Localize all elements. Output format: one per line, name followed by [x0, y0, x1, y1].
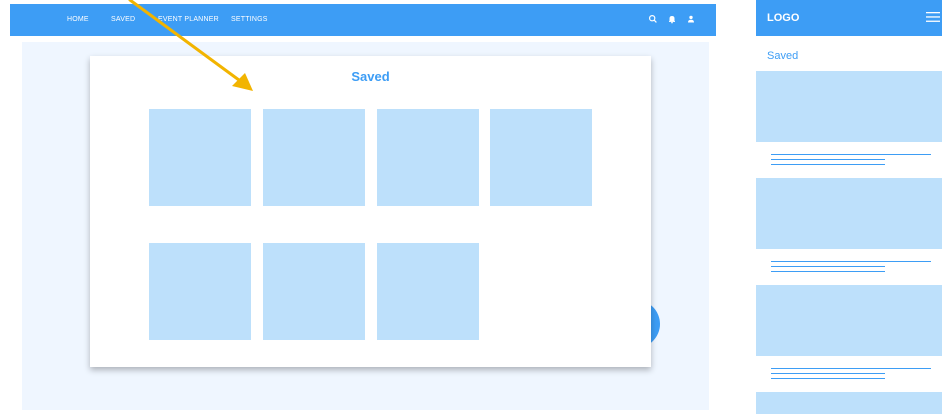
- nav-saved-link[interactable]: SAVED: [111, 16, 135, 23]
- mobile-mockup: LOGO Saved: [756, 0, 942, 414]
- search-icon[interactable]: [648, 14, 658, 24]
- text-placeholder-line: [771, 266, 885, 267]
- saved-item-tile[interactable]: [149, 109, 251, 206]
- saved-item-tile[interactable]: [377, 243, 479, 340]
- text-placeholder-line: [771, 261, 931, 262]
- nav-home-link[interactable]: HOME: [67, 16, 89, 23]
- user-icon[interactable]: [686, 14, 696, 24]
- text-placeholder-line: [771, 271, 885, 272]
- text-placeholder-line: [771, 154, 931, 155]
- mobile-page-title: Saved: [767, 50, 799, 62]
- desktop-mockup: HOME SAVED EVENT PLANNER SETTINGS Saved: [0, 0, 722, 414]
- saved-item-card[interactable]: [756, 71, 942, 142]
- saved-item-card[interactable]: [756, 285, 942, 356]
- text-placeholder-line: [771, 159, 885, 160]
- text-placeholder-line: [771, 378, 885, 379]
- saved-item-tile[interactable]: [263, 243, 365, 340]
- saved-item-tile[interactable]: [490, 109, 592, 206]
- saved-item-tile[interactable]: [149, 243, 251, 340]
- hamburger-icon[interactable]: [926, 11, 940, 23]
- saved-modal: Saved: [90, 56, 651, 367]
- nav-settings-link[interactable]: SETTINGS: [231, 16, 268, 23]
- saved-item-tile[interactable]: [377, 109, 479, 206]
- nav-event-planner-link[interactable]: EVENT PLANNER: [158, 16, 219, 23]
- saved-item-tile[interactable]: [263, 109, 365, 206]
- saved-item-card[interactable]: [756, 392, 942, 414]
- mobile-header: LOGO: [756, 0, 942, 36]
- logo: LOGO: [767, 12, 800, 24]
- modal-title: Saved: [351, 69, 390, 84]
- text-placeholder-line: [771, 164, 885, 165]
- top-nav-bar: HOME SAVED EVENT PLANNER SETTINGS: [10, 4, 716, 36]
- saved-item-card[interactable]: [756, 178, 942, 249]
- text-placeholder-line: [771, 368, 931, 369]
- nav-icon-group: [648, 14, 696, 24]
- text-placeholder-line: [771, 373, 885, 374]
- bell-icon[interactable]: [667, 14, 677, 24]
